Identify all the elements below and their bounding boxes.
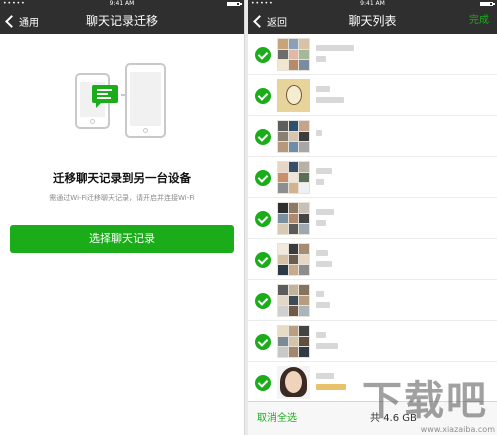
- status-bar: ••••• 9:41 AM: [0, 0, 244, 8]
- status-time: 9:41 AM: [109, 0, 135, 7]
- chat-bubble-icon: [92, 85, 118, 108]
- checkbox-checked-icon[interactable]: [255, 88, 271, 104]
- checkbox-checked-icon[interactable]: [255, 252, 271, 268]
- group-avatar: [277, 284, 310, 317]
- chat-list-screen: ••••• 9:41 AM 返回 聊天列表 完成 取消全选 共 4.6 GB: [248, 0, 497, 435]
- group-avatar: [277, 120, 310, 153]
- contact-avatar: [277, 79, 310, 112]
- checkbox-checked-icon[interactable]: [255, 47, 271, 63]
- migration-screen: ••••• 9:41 AM 通用 聊天记录迁移 迁移聊天记录到另一台设备 需通过…: [0, 0, 245, 435]
- battery-icon: [480, 2, 495, 6]
- migrate-description: 需通过Wi-Fi迁移聊天记录，请开启并连接Wi-Fi: [49, 194, 195, 202]
- page-title: 聊天列表: [348, 14, 397, 28]
- total-size-label: 共 4.6 GB: [370, 402, 417, 435]
- page-title: 聊天记录迁移: [85, 14, 158, 28]
- device-transfer-illustration: [75, 63, 170, 141]
- checkbox-checked-icon[interactable]: [255, 170, 271, 186]
- checkbox-checked-icon[interactable]: [255, 375, 271, 391]
- chat-list-item[interactable]: [248, 321, 497, 362]
- contact-avatar: [277, 366, 310, 399]
- chat-list-item[interactable]: [248, 75, 497, 116]
- chat-list: [248, 34, 497, 401]
- group-avatar: [277, 161, 310, 194]
- done-button[interactable]: 完成: [469, 8, 489, 34]
- selection-footer: 取消全选 共 4.6 GB: [248, 401, 497, 435]
- checkbox-checked-icon[interactable]: [255, 211, 271, 227]
- group-avatar: [277, 325, 310, 358]
- checkbox-checked-icon[interactable]: [255, 293, 271, 309]
- status-time: 9:41 AM: [360, 0, 385, 7]
- deselect-all-button[interactable]: 取消全选: [257, 402, 297, 435]
- chat-list-item[interactable]: [248, 362, 497, 401]
- checkbox-checked-icon[interactable]: [255, 334, 271, 350]
- group-avatar: [277, 38, 310, 71]
- total-size-value: 4.6 GB: [383, 413, 417, 424]
- nav-bar: 通用 聊天记录迁移: [0, 8, 244, 34]
- group-avatar: [277, 243, 310, 276]
- chat-list-item[interactable]: [248, 198, 497, 239]
- total-prefix: 共: [370, 413, 380, 424]
- chat-list-item[interactable]: [248, 116, 497, 157]
- chat-list-item[interactable]: [248, 157, 497, 198]
- migrate-heading: 迁移聊天记录到另一台设备: [53, 171, 191, 185]
- chat-list-item[interactable]: [248, 280, 497, 321]
- status-bar: ••••• 9:41 AM: [248, 0, 497, 8]
- chat-list-item[interactable]: [248, 239, 497, 280]
- select-chat-history-button[interactable]: 选择聊天记录: [10, 225, 234, 253]
- nav-bar: 返回 聊天列表 完成: [248, 8, 497, 34]
- checkbox-checked-icon[interactable]: [255, 129, 271, 145]
- battery-icon: [227, 2, 242, 6]
- chat-list-item[interactable]: [248, 34, 497, 75]
- target-phone-icon: [125, 63, 166, 138]
- group-avatar: [277, 202, 310, 235]
